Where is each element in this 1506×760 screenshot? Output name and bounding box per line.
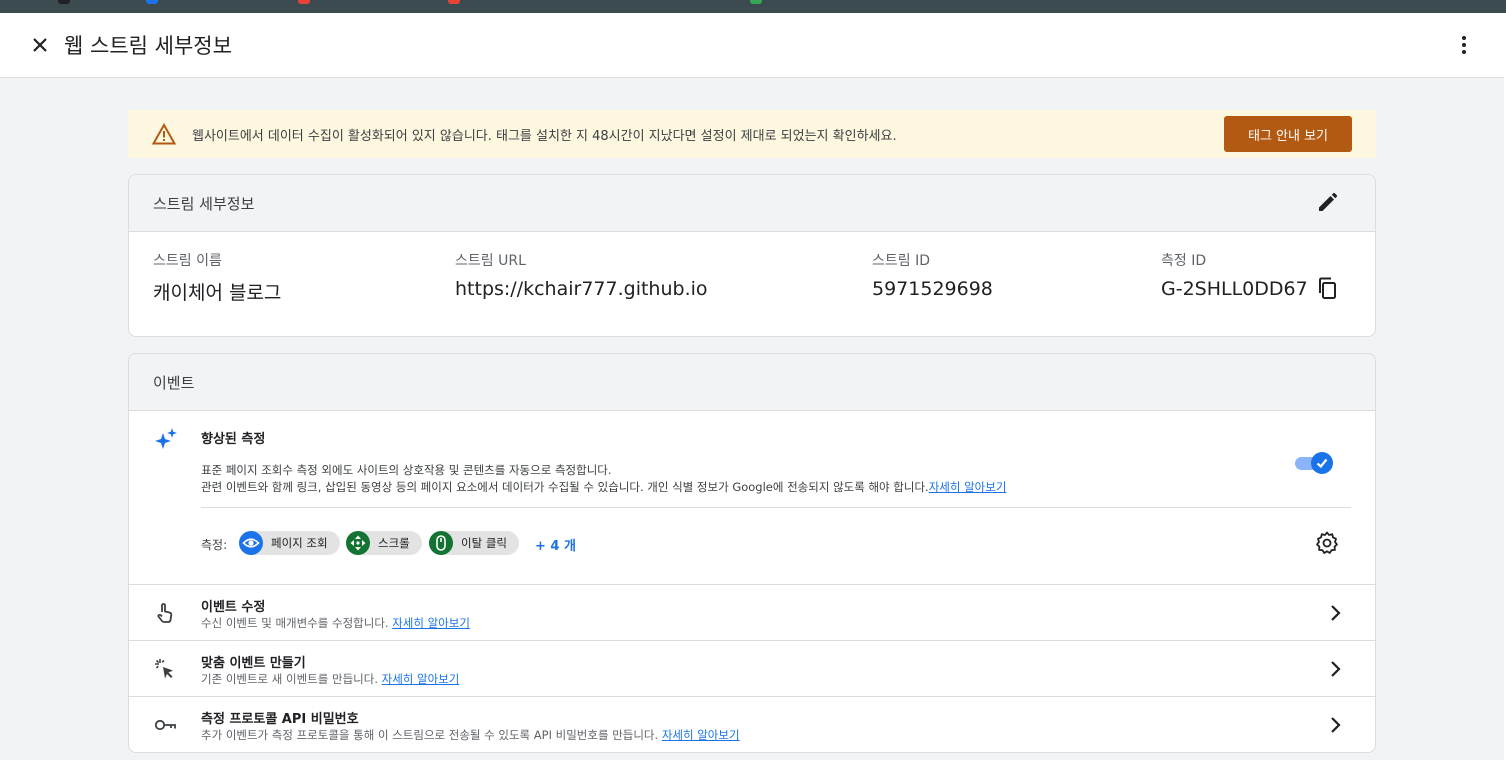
stream-url-field: 스트림 URL https://kchair777.github.io — [455, 250, 708, 300]
row-title: 맞춤 이벤트 만들기 — [201, 656, 306, 671]
stream-details-header: 스트림 세부정보 — [129, 175, 1375, 232]
row-desc-text: 수신 이벤트 및 매개변수를 수정합니다. — [201, 616, 389, 630]
learn-more-link[interactable]: 자세히 알아보기 — [392, 616, 470, 630]
chevron-right-icon — [1331, 605, 1341, 621]
touch-icon — [157, 603, 173, 623]
measuring-label: 측정: — [201, 538, 228, 552]
stream-name-field: 스트림 이름 캐이체어 블로그 — [153, 250, 281, 305]
create-custom-event-row[interactable]: 맞춤 이벤트 만들기 기존 이벤트로 새 이벤트를 만듭니다. 자세히 알아보기 — [129, 641, 1375, 697]
row-desc-text: 기존 이벤트로 새 이벤트를 만듭니다. — [201, 672, 378, 686]
description-text: 관련 이벤트와 함께 링크, 삽입된 동영상 등의 페이지 요소에서 데이터가 … — [201, 480, 929, 494]
measurement-id-field: 측정 ID G-2SHLL0DD67 — [1161, 250, 1371, 310]
stream-name-label: 스트림 이름 — [153, 253, 222, 269]
stream-id-field: 스트림 ID 5971529698 — [872, 250, 993, 300]
stream-id-label: 스트림 ID — [872, 253, 930, 269]
key-icon — [154, 719, 176, 731]
stream-details-body: 스트림 이름 캐이체어 블로그 스트림 URL https://kchair77… — [129, 232, 1375, 336]
eye-icon — [239, 531, 263, 555]
chip-label: 페이지 조회 — [271, 536, 328, 550]
stream-url-value: https://kchair777.github.io — [455, 278, 708, 300]
section-title: 이벤트 — [153, 374, 195, 392]
section-title: 스트림 세부정보 — [153, 195, 255, 213]
stream-details-card: 스트림 세부정보 스트림 이름 캐이체어 블로그 스트림 URL https:/… — [128, 174, 1376, 337]
settings-gear-icon[interactable] — [1315, 531, 1339, 555]
tab-favicon — [298, 0, 310, 4]
chevron-right-icon — [1331, 717, 1341, 733]
modify-events-row[interactable]: 이벤트 수정 수신 이벤트 및 매개변수를 수정합니다. 자세히 알아보기 — [129, 585, 1375, 641]
tab-favicon — [58, 0, 70, 4]
browser-tab-strip — [0, 0, 1506, 13]
description-line: 표준 페이지 조회수 측정 외에도 사이트의 상호작용 및 콘텐츠를 자동으로 … — [201, 463, 612, 477]
learn-more-link[interactable]: 자세히 알아보기 — [929, 480, 1007, 494]
edit-icon[interactable] — [1315, 191, 1339, 215]
events-card: 이벤트 향상된 측정 표준 페이지 조회수 측정 외에도 사이트의 상호작용 및… — [128, 353, 1376, 753]
page-title: 웹 스트림 세부정보 — [64, 34, 232, 58]
toggle-knob — [1311, 452, 1333, 474]
warning-icon — [152, 123, 176, 145]
more-events-link[interactable]: + 4 개 — [535, 535, 576, 554]
scroll-icon — [346, 531, 370, 555]
stream-name-value: 캐이체어 블로그 — [153, 282, 282, 304]
divider — [201, 507, 1351, 508]
measurement-id-label: 측정 ID — [1161, 253, 1207, 269]
row-desc-text: 추가 이벤트가 측정 프로토콜을 통해 이 스트림으로 전송될 수 있도록 AP… — [201, 728, 659, 742]
page-header: 웹 스트림 세부정보 — [0, 13, 1504, 78]
mouse-icon — [429, 531, 453, 555]
warning-text: 웹사이트에서 데이터 수집이 활성화되어 있지 않습니다. 태그를 설치한 지 … — [192, 129, 897, 144]
check-icon — [1316, 458, 1328, 469]
chevron-right-icon — [1331, 661, 1341, 677]
click-sparkle-icon — [155, 659, 173, 679]
chip-outbound-click: 이탈 클릭 — [429, 531, 519, 555]
learn-more-link[interactable]: 자세히 알아보기 — [662, 728, 740, 742]
description-line: 관련 이벤트와 함께 링크, 삽입된 동영상 등의 페이지 요소에서 데이터가 … — [201, 479, 1006, 496]
tab-favicon — [750, 0, 762, 4]
events-header: 이벤트 — [129, 354, 1375, 411]
tab-favicon — [448, 0, 460, 4]
row-description: 추가 이벤트가 측정 프로토콜을 통해 이 스트림으로 전송될 수 있도록 AP… — [201, 727, 740, 743]
measurement-id-value: G-2SHLL0DD67 — [1161, 278, 1308, 300]
chip-scroll: 스크롤 — [346, 531, 422, 555]
tab-favicon — [146, 0, 158, 4]
view-tag-instructions-button[interactable]: 태그 안내 보기 — [1224, 116, 1352, 152]
chip-label: 이탈 클릭 — [461, 536, 507, 550]
more-vert-icon[interactable] — [1452, 33, 1476, 57]
row-description: 수신 이벤트 및 매개변수를 수정합니다. 자세히 알아보기 — [201, 615, 470, 631]
learn-more-link[interactable]: 자세히 알아보기 — [382, 672, 460, 686]
chip-label: 스크롤 — [378, 536, 410, 550]
warning-banner: 웹사이트에서 데이터 수집이 활성화되어 있지 않습니다. 태그를 설치한 지 … — [128, 110, 1376, 158]
enhanced-measurement-description: 표준 페이지 조회수 측정 외에도 사이트의 상호작용 및 콘텐츠를 자동으로 … — [201, 462, 1006, 496]
stream-id-value: 5971529698 — [872, 278, 993, 300]
row-title: 측정 프로토콜 API 비밀번호 — [201, 712, 359, 727]
sparkle-icon — [155, 428, 177, 449]
measurement-protocol-secrets-row[interactable]: 측정 프로토콜 API 비밀번호 추가 이벤트가 측정 프로토콜을 통해 이 스… — [129, 697, 1375, 752]
row-title: 이벤트 수정 — [201, 600, 266, 615]
stream-url-label: 스트림 URL — [455, 253, 526, 269]
chip-page-view: 페이지 조회 — [239, 531, 340, 555]
copy-icon[interactable] — [1315, 276, 1339, 300]
close-icon[interactable] — [28, 33, 52, 57]
enhanced-measurement-toggle[interactable] — [1295, 451, 1333, 475]
enhanced-measurement-title: 향상된 측정 — [201, 432, 266, 447]
row-description: 기존 이벤트로 새 이벤트를 만듭니다. 자세히 알아보기 — [201, 671, 459, 687]
enhanced-measurement-section: 향상된 측정 표준 페이지 조회수 측정 외에도 사이트의 상호작용 및 콘텐츠… — [129, 411, 1375, 585]
